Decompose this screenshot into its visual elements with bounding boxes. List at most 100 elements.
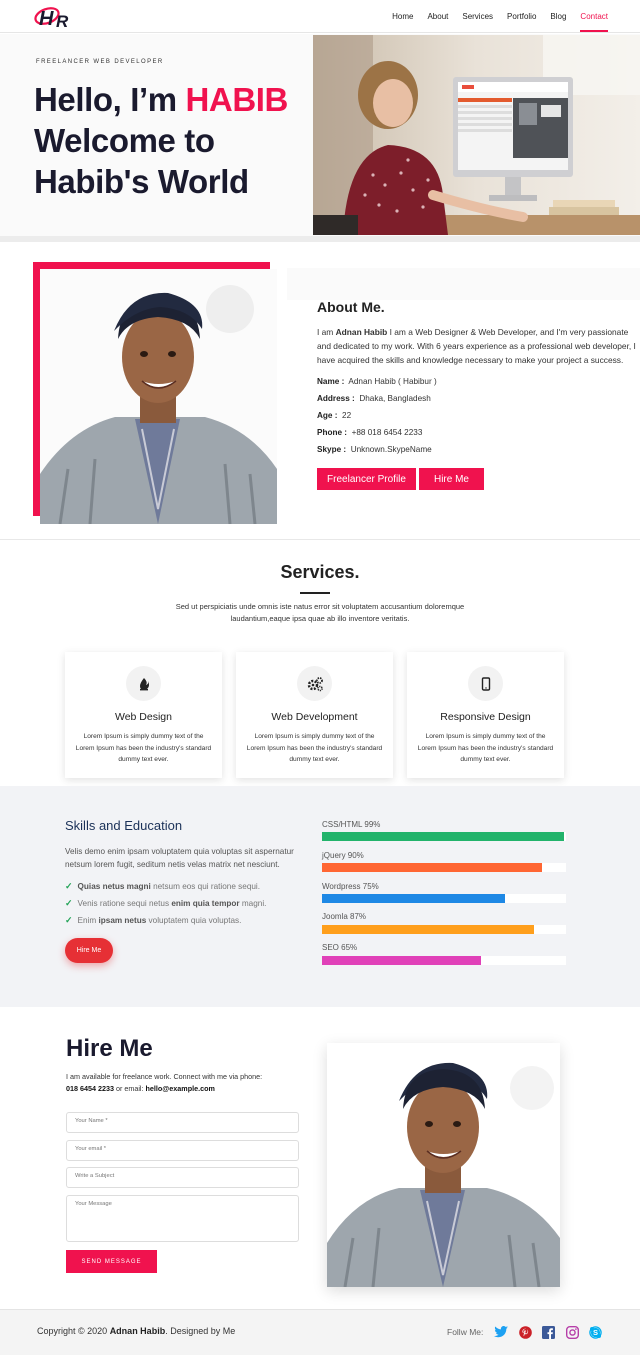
service-text: Lorem Ipsum is simply dummy text of the … (75, 733, 212, 763)
info-label: Age : (317, 411, 338, 420)
twitter-icon[interactable] (494, 1325, 508, 1339)
copy-name: Adnan Habib (109, 1326, 166, 1336)
about-photo (40, 269, 277, 524)
skills-title: Skills and Education (65, 818, 183, 833)
info-phone: Phone : +88 018 6454 2233 (317, 428, 422, 437)
follow-label: Follw Me: (447, 1327, 484, 1337)
hero-heading: Hello, I’m HABIB Welcome to Habib's Worl… (34, 79, 288, 202)
hire-email: hello@example.com (145, 1083, 215, 1093)
info-label: Name : (317, 377, 345, 386)
bar-label-css: CSS/HTML 99% (322, 820, 381, 829)
bar-track-jquery (322, 863, 566, 872)
skills-desc: Velis demo enim ipsam voluptatem quia vo… (65, 847, 294, 869)
about-intro: I am Adnan Habib I am a Web Designer & W… (317, 325, 637, 367)
info-label: Skype : (317, 445, 347, 454)
svg-text:H: H (39, 8, 54, 29)
check-icon: ✓ (65, 881, 73, 891)
service-text: Lorem Ipsum is simply dummy text of the … (246, 733, 383, 763)
bar-fill-css (322, 832, 564, 841)
message-textarea[interactable]: Your Message (66, 1195, 299, 1242)
flame-icon (126, 666, 161, 701)
freelancer-profile-button[interactable]: Freelancer Profile (317, 468, 416, 490)
skill-list-item: ✓ Venis ratione sequi netus enim quia tem… (65, 898, 266, 909)
section-divider (0, 539, 640, 540)
hero-divider (0, 236, 640, 242)
intro-name: Adnan Habib (335, 327, 388, 337)
check-icon: ✓ (65, 898, 73, 908)
bar-track-seo (322, 956, 566, 965)
gears-icon (297, 666, 332, 701)
service-card-web-development: Web Development Lorem Ipsum is simply du… (236, 652, 393, 778)
hero-line1: Hello, I’m (34, 81, 186, 118)
hero-line3: Habib's World (34, 163, 249, 200)
bar-fill-jquery (322, 863, 542, 872)
hire-me-button[interactable]: Hire Me (419, 468, 484, 490)
bar-track-joomla (322, 925, 566, 934)
nav-blog[interactable]: Blog (543, 0, 573, 33)
email-input[interactable]: Your email * (66, 1140, 299, 1161)
service-title: Web Design (114, 711, 172, 723)
bar-fill-seo (322, 956, 481, 965)
copy-prefix: Copyright © 2020 (37, 1326, 110, 1336)
nav-services[interactable]: Services (455, 0, 500, 33)
send-message-button[interactable]: SEND MESSAGE (66, 1250, 157, 1273)
bar-track-wordpress (322, 894, 566, 903)
skill-list-item: ✓ Enim ipsam netus voluptatem quia volupt… (65, 915, 241, 926)
nav-portfolio[interactable]: Portfolio (500, 0, 543, 33)
bar-fill-wordpress (322, 894, 505, 903)
item-bold: enim quia tempor (171, 899, 240, 908)
nav-home[interactable]: Home (385, 0, 420, 33)
bar-label-jquery: jQuery 90% (322, 851, 364, 860)
service-title: Responsive Design (440, 711, 531, 723)
hero-tagline: FREELANCER WEB DEVELOPER (36, 59, 164, 65)
hire-title: Hire Me (66, 1035, 153, 1062)
subject-input[interactable]: Write a Subject (66, 1167, 299, 1188)
bar-label-seo: SEO 65% (322, 943, 358, 952)
item-pre: Venis ratione sequi netus (77, 899, 172, 908)
info-value: Unknown.SkypeName (350, 445, 432, 454)
item-rest: magni. (239, 899, 267, 908)
info-value: +88 018 6454 2233 (351, 428, 423, 437)
item-bold: Quias netus magni (77, 882, 151, 891)
pinterest-icon[interactable] (518, 1325, 532, 1339)
photo-frame-left (33, 262, 40, 516)
mobile-icon (468, 666, 503, 701)
skills-hire-button[interactable]: Hire Me (65, 938, 113, 963)
logo[interactable]: H R (33, 3, 75, 31)
item-rest: voluptatem quia voluptas. (146, 916, 242, 925)
photo-frame-top (33, 262, 270, 269)
info-value: Adnan Habib ( Habibur ) (348, 377, 437, 386)
bar-label-wordpress: Wordpress 75% (322, 882, 379, 891)
services-underline (300, 592, 330, 594)
hire-text-or: or email: (113, 1083, 146, 1093)
hire-text-line1: I am available for freelance work. Conne… (66, 1072, 263, 1081)
service-card-responsive-design: Responsive Design Lorem Ipsum is simply … (407, 652, 564, 778)
name-input[interactable]: Your Name * (66, 1112, 299, 1133)
bar-label-joomla: Joomla 87% (322, 912, 367, 921)
hire-text: I am available for freelance work. Conne… (66, 1071, 316, 1094)
service-text: Lorem Ipsum is simply dummy text of the … (417, 733, 554, 763)
nav-about[interactable]: About (420, 0, 455, 33)
instagram-icon[interactable] (565, 1325, 579, 1339)
service-card-web-design: Web Design Lorem Ipsum is simply dummy t… (65, 652, 222, 778)
bar-track-css (322, 832, 566, 841)
item-bold: ipsam netus (98, 916, 147, 925)
info-skype: Skype : Unknown.SkypeName (317, 445, 432, 454)
info-age: Age : 22 (317, 411, 351, 420)
copy-suffix: . Designed by Me (165, 1326, 236, 1336)
info-value: 22 (342, 411, 352, 420)
info-address: Address : Dhaka, Bangladesh (317, 394, 431, 403)
info-name: Name : Adnan Habib ( Habibur ) (317, 377, 437, 386)
skill-list-item: ✓ Quias netus magni netsum eos qui ration… (65, 881, 260, 892)
skype-icon[interactable]: S (588, 1325, 602, 1339)
hire-phone: 018 6454 2233 (66, 1083, 114, 1093)
about-panel-bg (287, 268, 640, 300)
bar-fill-joomla (322, 925, 535, 934)
service-title: Web Development (271, 711, 358, 723)
nav-contact[interactable]: Contact (573, 0, 615, 33)
svg-text:R: R (56, 12, 69, 29)
facebook-icon[interactable] (541, 1325, 555, 1339)
intro-prefix: I am (317, 327, 336, 337)
hero-name: HABIB (185, 81, 288, 118)
about-title: About Me. (317, 299, 385, 315)
